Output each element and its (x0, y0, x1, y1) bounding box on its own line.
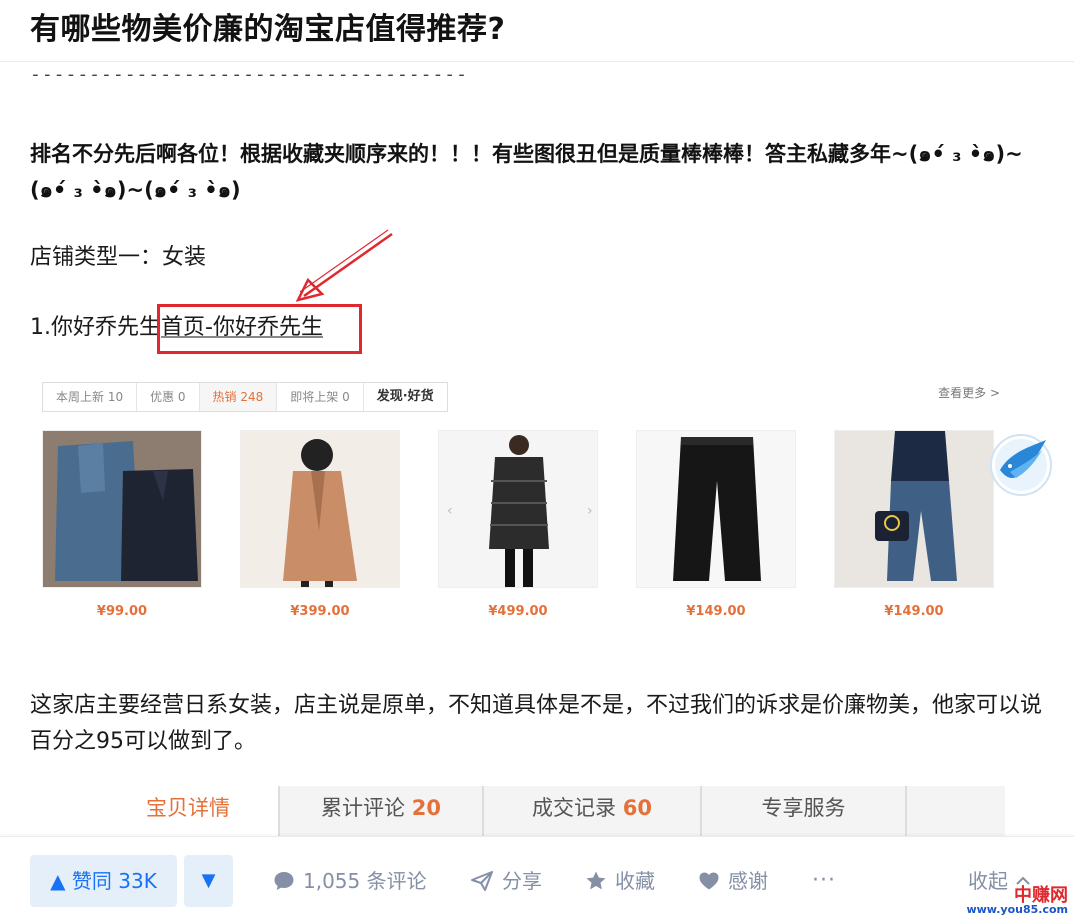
see-more-link[interactable]: 查看更多 > (938, 384, 1000, 401)
comments-button[interactable]: 1,055 条评论 (273, 855, 427, 907)
product-price: ¥149.00 (686, 604, 746, 619)
svg-text:‹: ‹ (447, 503, 453, 519)
thanks-label: 感谢 (728, 869, 768, 893)
product-card[interactable]: ¥399.00 (240, 430, 400, 630)
product-price: ¥399.00 (290, 604, 350, 619)
shop-tabs: 本周上新 10 优惠 0 热销 248 即将上架 0 发现·好货 (42, 382, 448, 412)
comment-icon (274, 872, 294, 890)
product-image-jeans-outfit[interactable] (834, 430, 994, 588)
store-description: 这家店主要经营日系女装，店主说是原单，不知道具体是不是，不过我们的诉求是价廉物美… (30, 693, 1043, 754)
comments-label: 1,055 条评论 (303, 869, 427, 893)
tab-item-sales: 成交记录 60 (482, 786, 700, 836)
tab-discover[interactable]: 发现·好货 (364, 383, 447, 411)
tab-hot-sales[interactable]: 热销 248 (199, 383, 278, 411)
product-price: ¥99.00 (96, 604, 148, 619)
product-image-denim-jackets[interactable] (42, 430, 202, 588)
sales-count: 60 (622, 796, 652, 820)
tab-item-extra (905, 786, 1005, 836)
product-image-camel-coat[interactable] (240, 430, 400, 588)
tab-item-details: 宝贝详情 (146, 796, 230, 820)
answer-action-bar: ▲ 赞同 33K ▼ 1,055 条评论 分享 收藏 感谢 ··· 收起 (0, 836, 1074, 919)
answer-intro: 排名不分先后啊各位！根据收藏夹顺序来的！！！有些图很丑但是质量棒棒棒！答主私藏多… (30, 142, 1023, 202)
share-label: 分享 (502, 869, 542, 893)
reviews-count: 20 (411, 796, 441, 820)
share-icon (471, 871, 493, 891)
shop-preview-image: 本周上新 10 优惠 0 热销 248 即将上架 0 发现·好货 查看更多 > … (30, 370, 1050, 630)
bird-logo-icon (990, 434, 1052, 496)
product-image-black-trousers[interactable] (636, 430, 796, 588)
question-title[interactable]: 有哪些物美价廉的淘宝店值得推荐? (30, 4, 505, 48)
vote-up-button[interactable]: ▲ 赞同 33K (30, 855, 177, 907)
thanks-button[interactable]: 感谢 (698, 855, 768, 907)
product-price: ¥149.00 (884, 604, 944, 619)
collect-button[interactable]: 收藏 (585, 855, 655, 907)
star-icon (586, 871, 606, 890)
reviews-label: 累计评论 (321, 796, 406, 820)
store-name: 1.你好乔先生 (30, 315, 161, 340)
more-options-button[interactable]: ··· (812, 855, 836, 907)
tab-item-reviews: 累计评论 20 (278, 786, 482, 836)
question-header: 有哪些物美价廉的淘宝店值得推荐? (0, 0, 1074, 62)
annotation-highlight-box (157, 304, 362, 354)
text-divider: ------------------------------------- (30, 64, 468, 85)
product-card[interactable]: ‹ › ¥499.00 (438, 430, 598, 630)
product-image-puffer-coat[interactable]: ‹ › (438, 430, 598, 588)
tab-new-arrivals[interactable]: 本周上新 10 (43, 383, 138, 411)
sales-label: 成交记录 (532, 796, 617, 820)
annotation-arrow-icon (295, 229, 393, 302)
answer-page: 有哪些物美价廉的淘宝店值得推荐? -----------------------… (0, 0, 1074, 919)
product-card[interactable]: ¥99.00 (42, 430, 202, 630)
watermark-url: www.you85.com (966, 903, 1068, 916)
product-price: ¥499.00 (488, 604, 548, 619)
tab-discounts[interactable]: 优惠 0 (137, 383, 200, 411)
vote-down-button[interactable]: ▼ (184, 855, 233, 907)
heart-icon (699, 872, 719, 890)
collect-label: 收藏 (615, 869, 655, 893)
tab-item-service: 专享服务 (700, 786, 905, 836)
item-detail-tabs-image: 宝贝详情 累计评论 20 成交记录 60 专享服务 (100, 786, 1005, 836)
store-type-heading: 店铺类型一：女装 (30, 245, 207, 270)
tab-coming-soon[interactable]: 即将上架 0 (277, 383, 364, 411)
product-card[interactable]: ¥149.00 (834, 430, 994, 630)
svg-text:›: › (587, 503, 593, 519)
product-card[interactable]: ¥149.00 (636, 430, 796, 630)
site-watermark: 中赚网 www.you85.com (966, 875, 1072, 917)
share-button[interactable]: 分享 (470, 855, 542, 907)
